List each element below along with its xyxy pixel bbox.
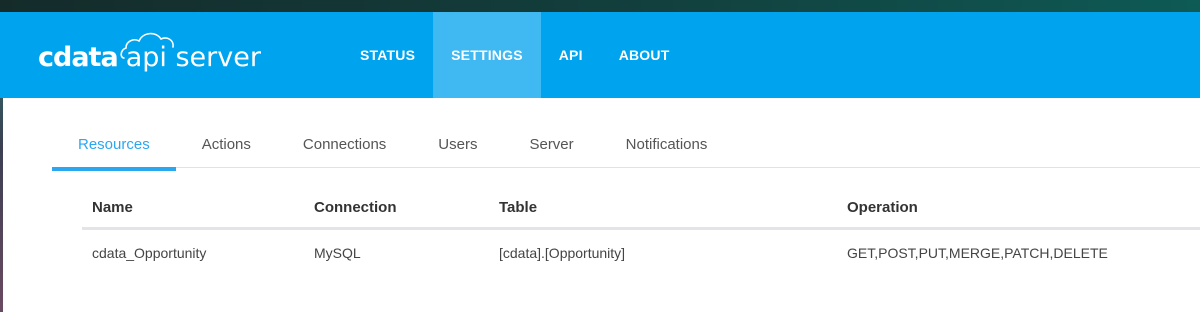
column-header-operation[interactable]: Operation — [837, 199, 1200, 216]
settings-tabs: Resources Actions Connections Users Serv… — [52, 120, 1200, 171]
resources-table: Name Connection Table Operation cdata_Op… — [82, 188, 1200, 276]
tab-notifications[interactable]: Notifications — [600, 120, 734, 168]
nav-settings[interactable]: SETTINGS — [433, 12, 541, 98]
resource-name-cell[interactable]: cdata_Opportunity — [82, 245, 304, 261]
resource-connection-cell: MySQL — [314, 245, 361, 261]
app-header: cdata api server STATUS SETTINGS API ABO… — [0, 12, 1200, 98]
column-header-table[interactable]: Table — [489, 199, 837, 216]
logo-cloud-icon: api server — [120, 32, 261, 73]
tab-server[interactable]: Server — [503, 120, 599, 168]
tab-actions[interactable]: Actions — [176, 120, 277, 168]
window-top-edge — [0, 0, 1200, 12]
nav-status[interactable]: STATUS — [342, 12, 433, 98]
top-navigation: STATUS SETTINGS API ABOUT — [342, 12, 687, 98]
tab-resources[interactable]: Resources — [52, 120, 176, 171]
column-header-name[interactable]: Name — [82, 199, 304, 216]
resource-operation-cell: GET,POST,PUT,MERGE,PATCH,DELETE — [847, 245, 1108, 261]
nav-about[interactable]: ABOUT — [601, 12, 688, 98]
nav-api[interactable]: API — [541, 12, 601, 98]
column-header-connection[interactable]: Connection — [304, 199, 489, 216]
logo-cdata-text: cdata — [38, 41, 119, 73]
table-header-row: Name Connection Table Operation — [82, 188, 1200, 230]
cdata-api-server-logo[interactable]: cdata api server — [38, 32, 261, 78]
table-row[interactable]: cdata_Opportunity MySQL [cdata].[Opportu… — [82, 230, 1200, 276]
resource-table-cell: [cdata].[Opportunity] — [499, 245, 626, 261]
tab-connections[interactable]: Connections — [277, 120, 412, 168]
tab-users[interactable]: Users — [412, 120, 503, 168]
logo-api-server-text: api server — [125, 41, 261, 73]
